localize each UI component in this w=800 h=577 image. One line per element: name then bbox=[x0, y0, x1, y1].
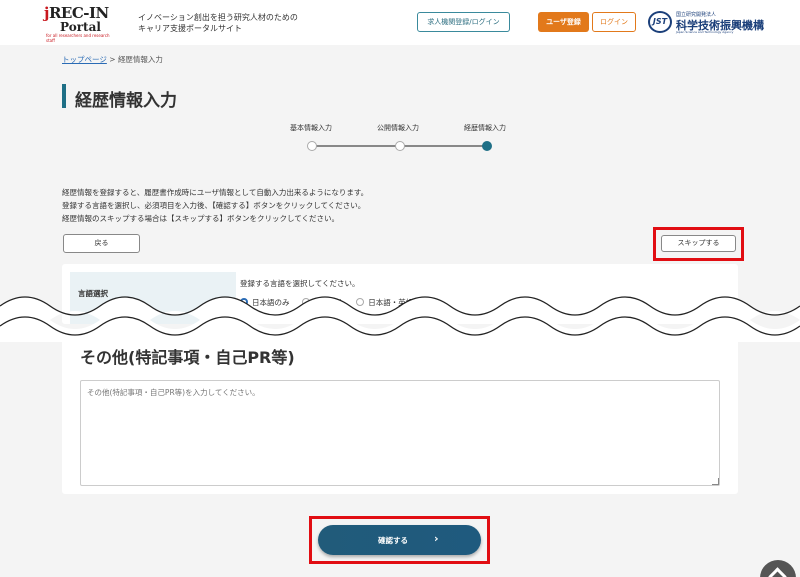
breadcrumb-home-link[interactable]: トップページ bbox=[62, 55, 107, 64]
chevron-right-icon: › bbox=[434, 532, 439, 545]
breadcrumb: トップページ > 経歴情報入力 bbox=[62, 54, 163, 65]
breadcrumb-separator: > bbox=[109, 55, 116, 64]
screenshot-break-divider bbox=[0, 296, 800, 342]
login-button[interactable]: ログイン bbox=[592, 12, 636, 32]
resize-handle-icon[interactable] bbox=[712, 478, 719, 485]
confirm-button-label: 確認する bbox=[378, 536, 408, 545]
back-button[interactable]: 戻る bbox=[63, 234, 140, 253]
site-tagline: イノベーション創出を担う研究人材のための キャリア支援ポータルサイト bbox=[138, 13, 298, 33]
other-textarea[interactable] bbox=[80, 380, 720, 486]
employer-login-button[interactable]: 求人機関登録/ログイン bbox=[417, 12, 510, 32]
step-label-public: 公開情報入力 bbox=[377, 124, 419, 132]
page-top-button[interactable] bbox=[760, 560, 796, 577]
site-header: jREC-IN Portal for all researchers and r… bbox=[0, 0, 800, 45]
step-dot-career bbox=[482, 141, 492, 151]
step-dot-public bbox=[395, 141, 405, 151]
confirm-button[interactable]: 確認する › bbox=[318, 525, 481, 555]
language-description: 登録する言語を選択してください。 bbox=[240, 279, 360, 288]
other-section-title: その他(特記事項・自己PR等) bbox=[80, 348, 295, 367]
instructions: 経歴情報を登録すると、履歴書作成時にユーザ情報として自動入力出来るようになります… bbox=[62, 188, 369, 223]
page-title: 経歴情報入力 bbox=[75, 91, 177, 111]
jst-logo[interactable]: JST 国立研究開発法人 科学技術振興機構 Japan Science and … bbox=[648, 11, 768, 35]
confirm-highlight-box: 確認する › bbox=[309, 516, 490, 564]
step-label-career: 経歴情報入力 bbox=[464, 124, 506, 132]
chevron-up-icon bbox=[768, 567, 787, 577]
title-accent-bar bbox=[62, 84, 66, 108]
skip-highlight-box: スキップする bbox=[653, 227, 744, 261]
breadcrumb-current: 経歴情報入力 bbox=[117, 55, 163, 64]
jrec-in-logo[interactable]: jREC-IN Portal for all researchers and r… bbox=[44, 6, 118, 44]
step-dot-basic bbox=[307, 141, 317, 151]
user-register-button[interactable]: ユーザ登録 bbox=[538, 12, 589, 32]
other-card: その他(特記事項・自己PR等) bbox=[62, 338, 738, 494]
jst-mark-icon: JST bbox=[648, 11, 672, 33]
skip-button[interactable]: スキップする bbox=[661, 235, 736, 252]
step-label-basic: 基本情報入力 bbox=[290, 124, 332, 132]
